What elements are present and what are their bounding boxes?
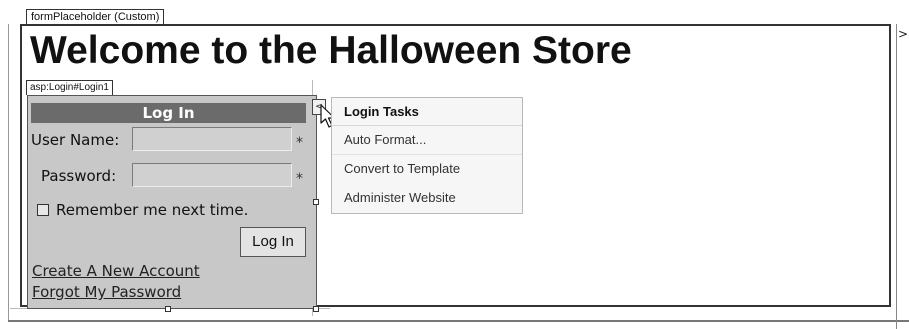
tasks-panel-title: Login Tasks <box>344 104 419 119</box>
resize-handle-bottom-right[interactable] <box>313 306 319 312</box>
login-control-tag[interactable]: asp:Login#Login1 <box>26 80 113 95</box>
login-tasks-panel: Login Tasks Auto Format... Convert to Te… <box>331 97 523 214</box>
username-label: User Name: <box>31 131 120 149</box>
scroll-right-arrow-icon[interactable]: > <box>897 27 909 41</box>
designer-bottom-edge <box>8 320 909 322</box>
task-convert-to-template[interactable]: Convert to Template <box>344 161 460 176</box>
username-field[interactable] <box>132 127 292 151</box>
create-account-link[interactable]: Create A New Account <box>32 262 200 280</box>
forgot-password-link[interactable]: Forgot My Password <box>32 283 181 301</box>
remember-me-checkbox[interactable] <box>37 204 49 216</box>
password-field[interactable] <box>132 163 292 187</box>
password-label: Password: <box>41 167 117 185</box>
password-required-marker: * <box>296 171 303 187</box>
resize-handle-bottom[interactable] <box>165 306 171 312</box>
form-placeholder-tag[interactable]: formPlaceholder (Custom) <box>26 9 165 25</box>
task-auto-format[interactable]: Auto Format... <box>344 132 426 147</box>
username-required-marker: * <box>296 135 303 151</box>
login-header: Log In <box>31 103 306 123</box>
resize-handle-right[interactable] <box>313 199 319 205</box>
designer-scrollbar[interactable] <box>896 24 909 329</box>
task-divider <box>332 154 522 155</box>
page-title: Welcome to the Halloween Store <box>30 29 632 72</box>
task-administer-website[interactable]: Administer Website <box>344 190 456 205</box>
login-button[interactable]: Log In <box>240 227 306 257</box>
remember-me-label: Remember me next time. <box>56 201 249 219</box>
tasks-title-divider <box>332 125 522 126</box>
designer-left-edge <box>8 24 9 320</box>
